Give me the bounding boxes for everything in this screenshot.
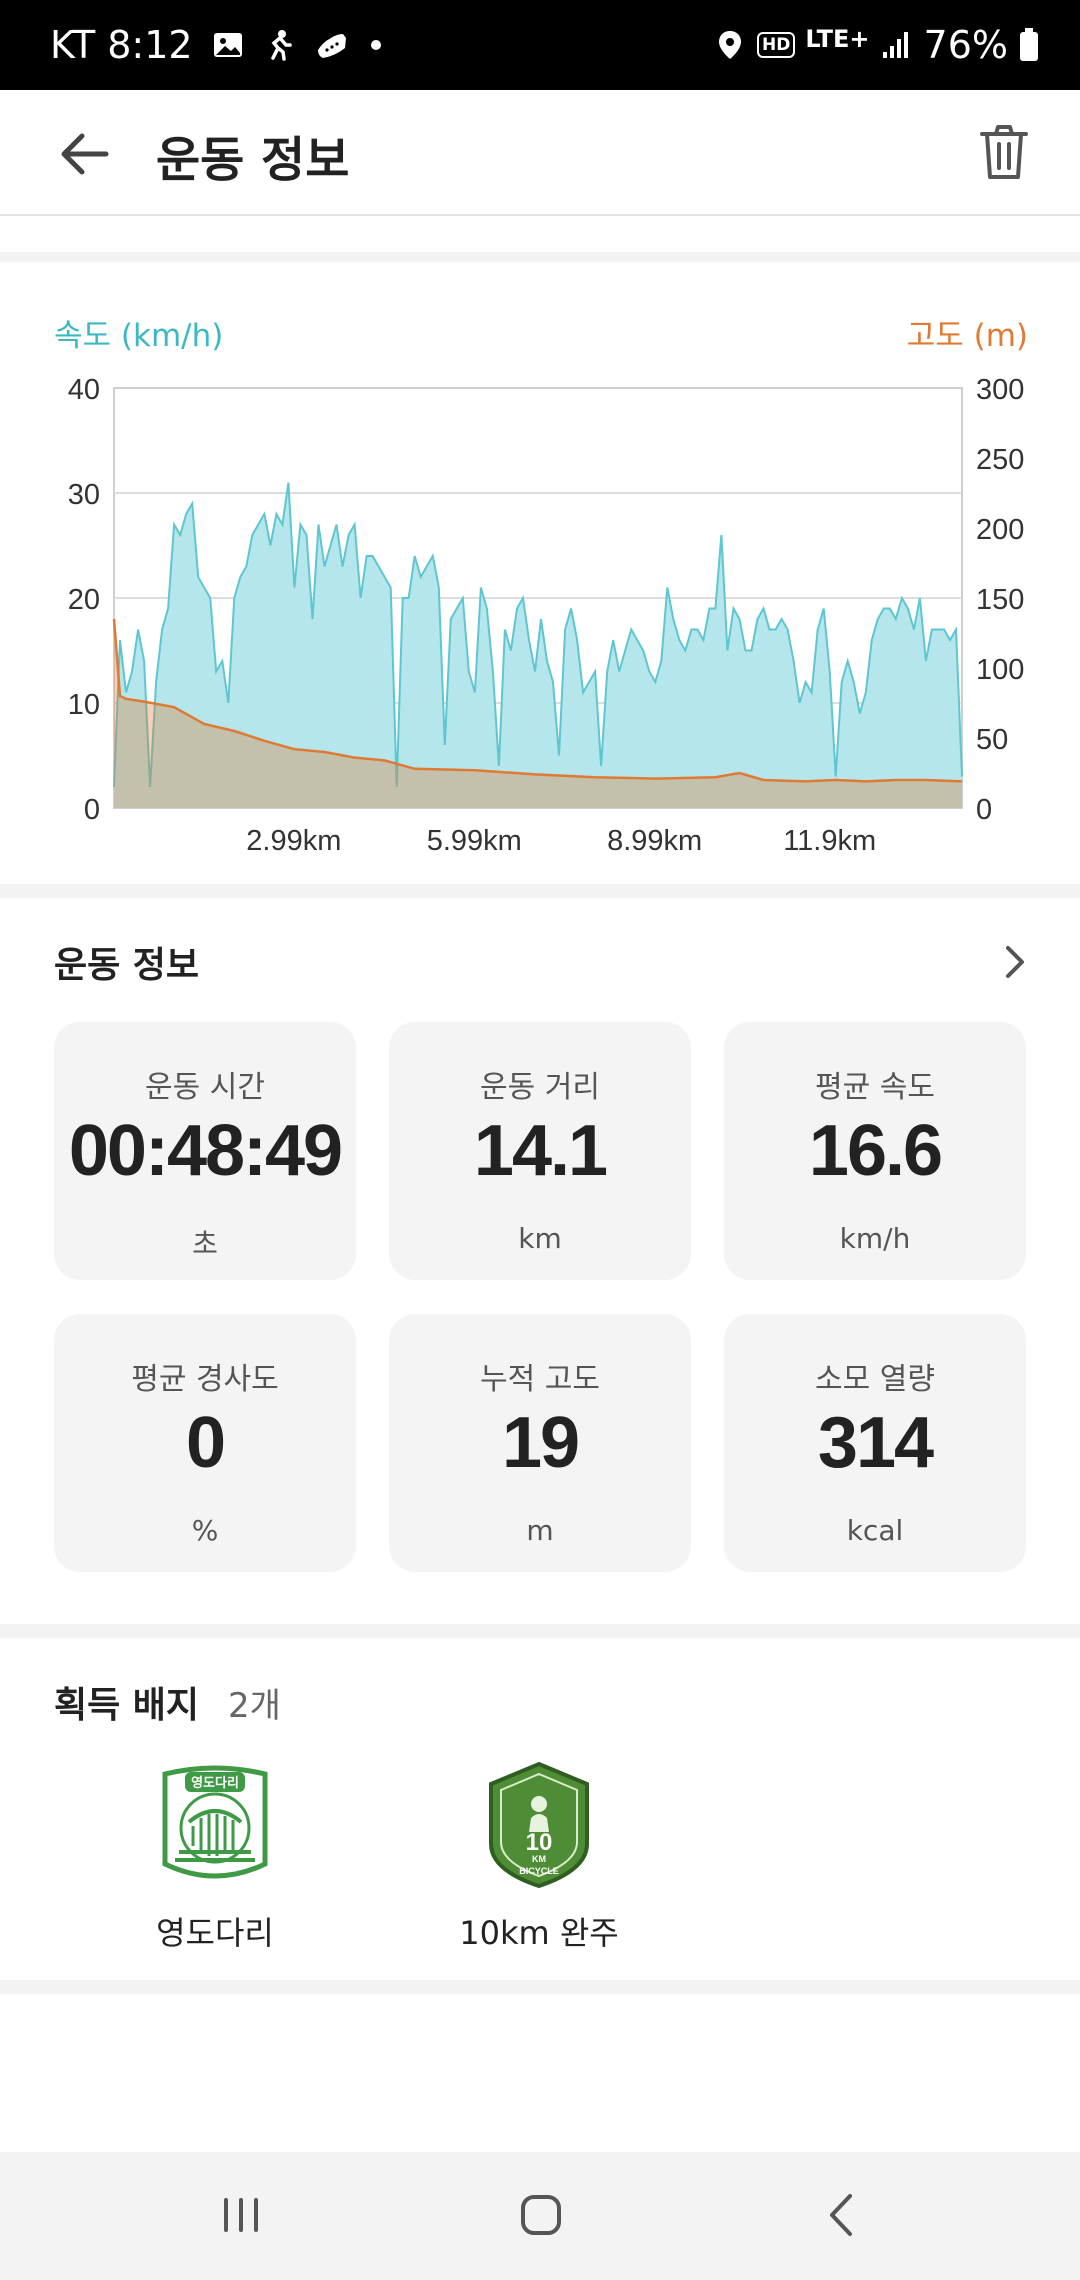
stat-value: 0 bbox=[185, 1403, 226, 1483]
stat-label: 운동 시간 bbox=[145, 1070, 265, 1105]
stat-card-avg-speed: 평균 속도 16.6 km/h bbox=[724, 1022, 1026, 1280]
right-axis-tick-label: 150 bbox=[976, 584, 1024, 616]
delete-trash-icon[interactable] bbox=[976, 122, 1032, 182]
stat-value: 16.6 bbox=[808, 1111, 943, 1191]
stat-unit: km bbox=[518, 1222, 562, 1255]
stat-value: 14.1 bbox=[473, 1111, 608, 1191]
workout-info-section: 운동 정보 운동 시간 00:48:49 초 운동 거리 14.1 km 평균 … bbox=[0, 900, 1080, 1620]
stat-label: 운동 거리 bbox=[480, 1070, 600, 1105]
chevron-right-icon[interactable] bbox=[1000, 942, 1028, 982]
badges-count: 2개 bbox=[228, 1686, 281, 1726]
home-icon[interactable] bbox=[506, 2182, 576, 2248]
right-axis-tick-label: 0 bbox=[976, 794, 992, 826]
left-axis-tick-label: 30 bbox=[68, 479, 100, 511]
more-notifications-dot bbox=[370, 40, 381, 50]
stat-value: 19 bbox=[501, 1403, 580, 1483]
stat-card-duration: 운동 시간 00:48:49 초 bbox=[54, 1022, 356, 1280]
hd-voice-indicator: HD bbox=[756, 32, 796, 58]
activity-notification-icon bbox=[270, 30, 292, 61]
stat-label: 평균 속도 bbox=[815, 1070, 935, 1105]
right-axis-tick-label: 200 bbox=[976, 514, 1024, 546]
signal-strength-icon bbox=[882, 32, 908, 58]
x-axis-tick-label: 8.99km bbox=[607, 825, 702, 857]
battery-icon bbox=[1020, 28, 1038, 61]
left-axis-tick-label: 0 bbox=[84, 794, 100, 826]
back-nav-icon[interactable] bbox=[808, 2182, 878, 2248]
location-icon bbox=[718, 31, 741, 59]
svg-text:KM: KM bbox=[532, 1854, 546, 1864]
stat-unit: 초 bbox=[192, 1227, 218, 1260]
stat-unit: km/h bbox=[839, 1222, 911, 1255]
app-bar: 운동 정보 bbox=[0, 90, 1080, 216]
badge-label: 영도다리 bbox=[156, 1914, 274, 1952]
stat-unit: kcal bbox=[846, 1514, 904, 1547]
speed-altitude-chart: 0 10 20 30 40 0 50 100 150 200 250 300 2.99km 5.99km 8… bbox=[68, 374, 1025, 857]
stat-card-avg-slope: 평균 경사도 0 % bbox=[54, 1314, 356, 1572]
badge-yeongdo-bridge[interactable]: 영도다리 영도다리 bbox=[100, 1760, 330, 1954]
right-axis-tick-label: 50 bbox=[976, 724, 1008, 756]
stat-card-elevation-gain: 누적 고도 19 m bbox=[389, 1314, 691, 1572]
x-axis-tick-label: 5.99km bbox=[427, 825, 522, 857]
stat-value: 314 bbox=[817, 1403, 934, 1483]
spacer bbox=[0, 218, 1080, 252]
left-axis-tick-label: 40 bbox=[68, 374, 100, 406]
shoe-notification-icon bbox=[317, 34, 346, 58]
right-axis-tick-label: 250 bbox=[976, 444, 1024, 476]
section-divider bbox=[0, 1624, 1080, 1638]
badges-section: 획득 배지 2개 영도다리 영도다리 10 KM BICYCLE 10km 완주 bbox=[0, 1640, 1080, 1980]
status-bar: KT 8:12 HD LTE+ 76% bbox=[0, 0, 1080, 90]
stat-label: 평균 경사도 bbox=[131, 1362, 279, 1397]
stat-unit: m bbox=[526, 1514, 554, 1547]
badges-title: 획득 배지 bbox=[54, 1685, 200, 1726]
left-axis-tick-label: 20 bbox=[68, 584, 100, 616]
x-axis-tick-label: 2.99km bbox=[246, 825, 341, 857]
system-navigation-bar bbox=[0, 2152, 1080, 2280]
empty-bottom-area bbox=[0, 1996, 1080, 2150]
yeongdo-bridge-badge-icon: 영도다리 bbox=[162, 1765, 268, 1879]
stat-card-distance: 운동 거리 14.1 km bbox=[389, 1022, 691, 1280]
speed-altitude-chart-card: 속도 (km/h) 고도 (m) 0 10 20 30 40 0 50 100 150 200 25… bbox=[0, 262, 1080, 884]
back-arrow-icon[interactable] bbox=[56, 126, 116, 182]
badge-10km-complete[interactable]: 10 KM BICYCLE 10km 완주 bbox=[424, 1760, 654, 1954]
right-axis-tick-label: 300 bbox=[976, 374, 1024, 406]
svg-text:10: 10 bbox=[526, 1829, 553, 1856]
stat-value: 00:48:49 bbox=[68, 1111, 343, 1191]
right-axis-tick-label: 100 bbox=[976, 654, 1024, 686]
page-title: 운동 정보 bbox=[156, 132, 350, 188]
stat-card-calories: 소모 열량 314 kcal bbox=[724, 1314, 1026, 1572]
section-divider bbox=[0, 884, 1080, 898]
stat-label: 소모 열량 bbox=[815, 1362, 935, 1397]
10km-bicycle-badge-icon: 10 KM BICYCLE bbox=[489, 1761, 589, 1889]
left-axis-tick-label: 10 bbox=[68, 689, 100, 721]
badge-label: 10km 완주 bbox=[459, 1914, 619, 1952]
stat-label: 누적 고도 bbox=[480, 1362, 600, 1397]
status-time: KT 8:12 bbox=[50, 23, 193, 67]
section-divider bbox=[0, 1980, 1080, 1994]
battery-percentage: 76% bbox=[923, 23, 1008, 67]
network-type: LTE+ bbox=[805, 25, 870, 53]
recent-apps-icon[interactable] bbox=[206, 2182, 276, 2248]
x-axis-tick-label: 11.9km bbox=[783, 825, 876, 857]
workout-info-title: 운동 정보 bbox=[54, 945, 200, 986]
svg-text:영도다리: 영도다리 bbox=[191, 1775, 239, 1791]
gallery-notification-icon bbox=[213, 33, 242, 57]
svg-text:BICYCLE: BICYCLE bbox=[519, 1866, 559, 1876]
stat-unit: % bbox=[191, 1514, 219, 1547]
